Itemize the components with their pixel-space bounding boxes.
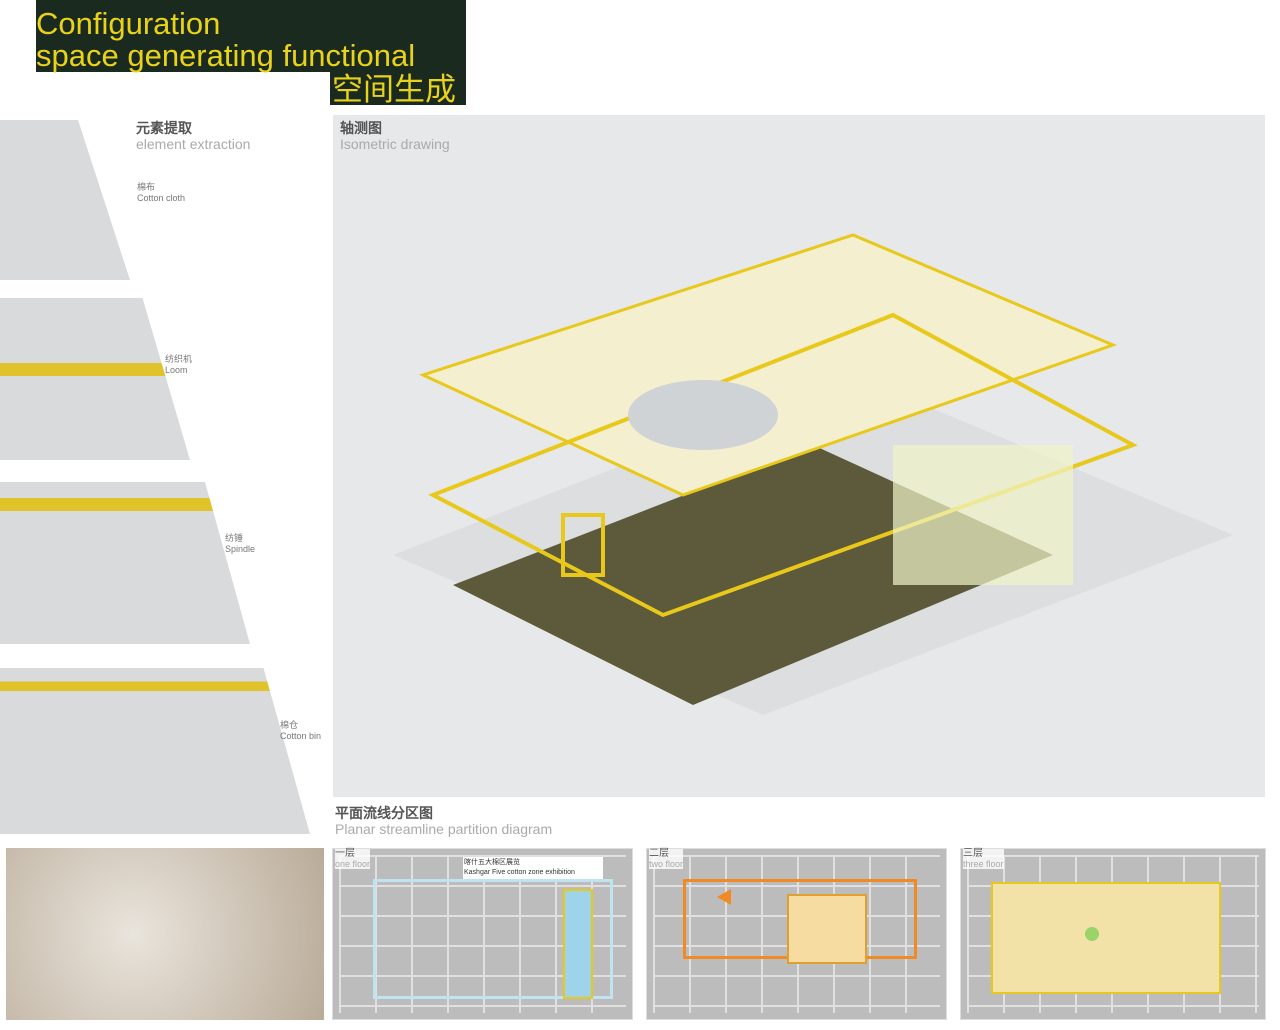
floor-label: 三层 three floor — [963, 848, 1004, 869]
floor-label: 一层 one floor — [335, 848, 371, 869]
zone-label-exhibition: 喀什五大棉区展览 Kashgar Five cotton zone exhibit… — [463, 857, 603, 879]
title-line2: space generating functional — [36, 38, 416, 73]
floor-label: 二层 two floor — [649, 848, 684, 869]
cotton-bin-image — [0, 668, 310, 834]
isometric-heading: 轴测图 — [340, 120, 382, 136]
title-line1: Configuration — [36, 6, 221, 41]
plan-floor-2: 二层 two floor — [646, 848, 947, 1020]
label-cotton-bin: 棉仓 Cotton bin — [280, 720, 322, 741]
loom-image — [0, 298, 190, 460]
site-map — [6, 848, 324, 1020]
plan-floor-1: 喀什五大棉区展览 Kashgar Five cotton zone exhibit… — [332, 848, 633, 1020]
isometric-subheading: Isometric drawing — [340, 136, 450, 152]
isometric-drawing-panel — [333, 115, 1265, 797]
spindle-image — [0, 482, 250, 644]
label-spindle: 纺锤 Spindle — [225, 533, 256, 554]
element-extraction-heading: 元素提取 — [136, 120, 192, 136]
isometric-drawing — [393, 233, 1233, 715]
label-loom: 纺织机 Loom — [165, 354, 193, 375]
cotton-cloth-image — [0, 120, 130, 280]
plan-floor-3: 三层 three floor — [960, 848, 1266, 1020]
element-extraction-subheading: element extraction — [136, 136, 251, 152]
planar-heading: 平面流线分区图 — [335, 805, 433, 821]
planar-subheading: Planar streamline partition diagram — [335, 821, 553, 837]
title-line3: 空间生成 — [332, 72, 456, 107]
label-cotton-cloth: 棉布 Cotton cloth — [137, 182, 186, 203]
